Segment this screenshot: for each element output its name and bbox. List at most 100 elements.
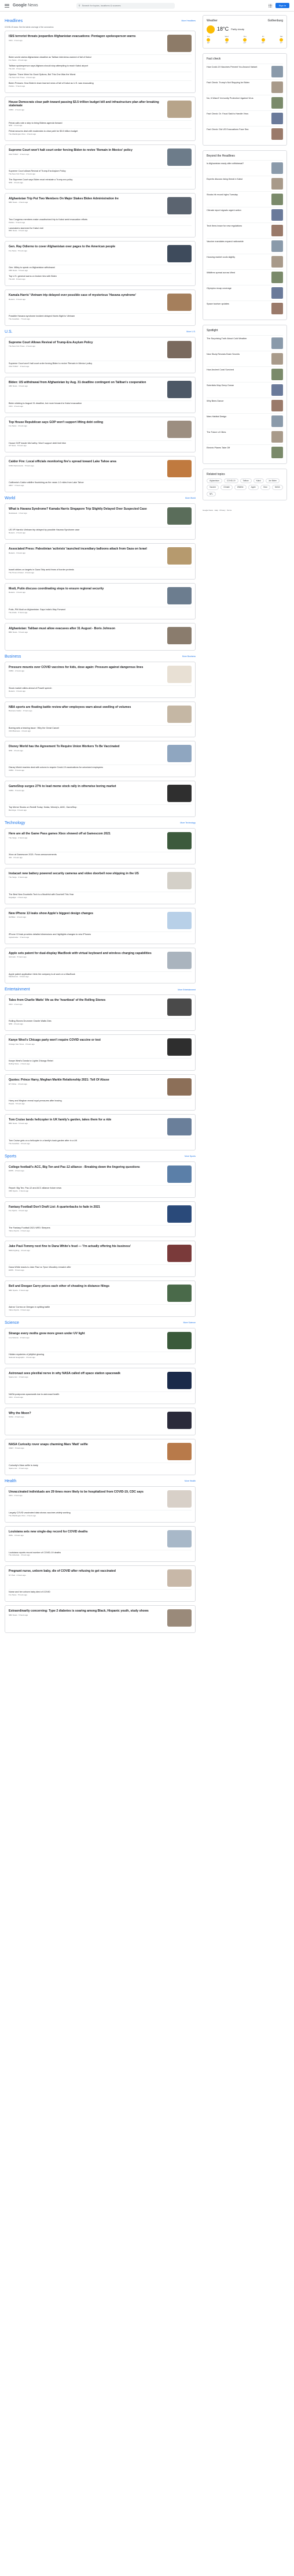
story-headline[interactable]: Louisiana sets new single-day record for… <box>9 1530 164 1534</box>
related-story[interactable]: The Best New Doorbells Tech is a Mouthfu… <box>9 891 192 900</box>
section-more-link[interactable]: More Headlines <box>181 20 196 23</box>
story-thumbnail[interactable] <box>167 1569 192 1587</box>
side-story[interactable]: The Surprising Truth About Cold Weather <box>207 335 283 351</box>
logo[interactable]: Google News <box>13 3 38 8</box>
related-story[interactable]: Astros' Correa on Deegan in spitting bat… <box>9 1304 192 1313</box>
side-story[interactable]: No, It Wasn't 'Immunity Protection' Agai… <box>207 94 283 110</box>
related-story[interactable]: House GOP leader McCarthy: Won't support… <box>9 440 192 449</box>
story-thumbnail[interactable] <box>167 35 192 53</box>
story-thumbnail[interactable] <box>167 1530 192 1547</box>
section-more-link[interactable]: More World <box>185 497 196 500</box>
related-story[interactable]: Taliban spokesperson says Afghans should… <box>9 63 192 72</box>
story-thumbnail[interactable] <box>167 587 192 604</box>
related-story[interactable]: Biden Presses: How Biden's team learned … <box>9 80 192 89</box>
story-headline[interactable]: Top House Republican says GOP won't supp… <box>9 421 164 425</box>
related-story[interactable]: Dana White reacts to Jake Paul vs Tyron … <box>9 1264 192 1273</box>
story-thumbnail[interactable] <box>167 1165 192 1183</box>
story-thumbnail[interactable] <box>167 100 192 118</box>
related-story[interactable]: Kanye West's Donda to Lights Chicago Reb… <box>9 1058 192 1067</box>
related-story[interactable]: Disney World reaches deal with unions to… <box>9 764 192 773</box>
related-story[interactable]: Stock market rallies ahead of Powell spe… <box>9 685 192 694</box>
story-headline[interactable]: Quotes: Prince Harry, Meghan Markle Rela… <box>9 1078 164 1082</box>
search-input[interactable]: ⚲ Search for topics, locations & sources <box>76 2 175 9</box>
section-title[interactable]: Science <box>5 1320 19 1326</box>
story-headline[interactable]: Bell and Deegan Carry prices each other … <box>9 1285 164 1289</box>
story-thumbnail[interactable] <box>167 149 192 166</box>
sign-in-button[interactable]: Sign in <box>275 2 289 9</box>
story-headline[interactable]: Fantasy Football Don't Draft List: A qua… <box>9 1205 164 1209</box>
story-thumbnail[interactable] <box>167 340 192 358</box>
related-story[interactable]: NASA postpones spacewalk due to astronau… <box>9 1391 192 1400</box>
fact-title-text[interactable]: Fact check <box>207 57 220 61</box>
side-story[interactable]: Why Bees Dance <box>207 397 283 413</box>
section-more-link[interactable]: More U.S. <box>186 331 196 333</box>
side-story[interactable]: Fact Check: Did US Evacuations Face Sea <box>207 125 283 142</box>
related-story[interactable]: US VP Harris's Vietnam trip delayed by p… <box>9 527 192 536</box>
story-headline[interactable]: Extraordinarily concerning: Type 2 diabe… <box>9 1609 164 1613</box>
story-thumbnail[interactable] <box>167 547 192 565</box>
weather-title-text[interactable]: Weather <box>207 19 218 23</box>
side-story[interactable]: Electric Planes Take Off <box>207 444 283 460</box>
section-more-link[interactable]: More Technology <box>180 822 196 825</box>
section-title[interactable]: Sports <box>5 1154 16 1159</box>
story-thumbnail[interactable] <box>167 705 192 723</box>
story-headline[interactable]: Supreme Court won't halt court order for… <box>9 149 164 153</box>
related-story[interactable]: The Fantasy Football 2021 WR3: Sleepers Y… <box>9 1224 192 1234</box>
story-headline[interactable]: Tales from Charlie Watts' life as the 'h… <box>9 999 164 1003</box>
side-story[interactable]: Is Afghanistan ready after withdrawal? <box>207 160 283 176</box>
story-thumbnail[interactable] <box>167 1411 192 1429</box>
story-headline[interactable]: Astronaut sees plexilial nerve in why NA… <box>9 1372 164 1376</box>
story-thumbnail[interactable] <box>167 294 192 311</box>
section-more-link[interactable]: More Health <box>185 1480 196 1483</box>
related-story[interactable]: Two Congress members make unauthorized t… <box>9 216 192 225</box>
related-story[interactable]: Gen. Milley to speak on Afghanistan with… <box>9 265 192 273</box>
story-headline[interactable]: Associated Press: Palestinian 'activists… <box>9 547 164 551</box>
covid-note[interactable]: COVID-19 news: See the latest coverage o… <box>5 26 196 28</box>
story-headline[interactable]: Apple sets patent for dual-display MacBo… <box>9 952 164 956</box>
side-story[interactable]: The Future of Cities <box>207 428 283 444</box>
side-story[interactable]: Scientists Map Deep Ocean <box>207 381 283 398</box>
story-thumbnail[interactable] <box>167 1490 192 1508</box>
topic-chip[interactable]: Climate <box>220 485 233 490</box>
side-story[interactable]: Stocks hit record highs Tuesday <box>207 191 283 207</box>
foryou-title-text[interactable]: Beyond the Headlines <box>207 154 235 158</box>
section-title[interactable]: Health <box>5 1479 16 1484</box>
related-story[interactable]: Hidden mysteries of jellyfish glowing Nat… <box>9 1352 192 1360</box>
story-thumbnail[interactable] <box>167 245 192 263</box>
story-thumbnail[interactable] <box>167 745 192 763</box>
story-thumbnail[interactable] <box>167 665 192 683</box>
related-story[interactable]: Biden sticking to August 31 deadline, bu… <box>9 400 192 409</box>
story-thumbnail[interactable] <box>167 832 192 850</box>
section-more-link[interactable]: More Science <box>183 1322 196 1324</box>
story-headline[interactable]: Why the Moon? <box>9 1412 164 1416</box>
story-headline[interactable]: Modi, Putin discuss coordinating steps t… <box>9 587 164 591</box>
story-headline[interactable]: New iPhone 13 leaks show Apple's biggest… <box>9 912 164 916</box>
story-thumbnail[interactable] <box>167 1332 192 1350</box>
related-story[interactable]: Report: Big Ten, Pac-12 and ACC alliance… <box>9 1185 192 1194</box>
section-more-link[interactable]: More Entertainment <box>178 989 196 992</box>
story-headline[interactable]: Afghanistan Trip Put Two Members On Majo… <box>9 197 164 201</box>
story-thumbnail[interactable] <box>167 1609 192 1627</box>
story-headline[interactable]: Kamala Harris' Vietnam trip delayed over… <box>9 294 164 298</box>
side-story[interactable]: Tech firms brace for new regulations <box>207 222 283 238</box>
related-story[interactable]: Opinion: There Were No Good Options, But… <box>9 71 192 80</box>
story-headline[interactable]: Strange every moths grew more green unde… <box>9 1332 164 1336</box>
story-thumbnail[interactable] <box>167 951 192 969</box>
story-thumbnail[interactable] <box>167 785 192 803</box>
side-story[interactable]: How Ancient Coral Survived <box>207 366 283 382</box>
topic-chip[interactable]: COVID-19 <box>223 478 238 484</box>
story-headline[interactable]: Caldor Fire: Local officials monitoring … <box>9 460 164 464</box>
apps-icon[interactable] <box>268 3 273 8</box>
side-story[interactable]: Vaccine mandates expand nationwide <box>207 238 283 254</box>
story-headline[interactable]: Here are all the Game Pass games Xbox sh… <box>9 832 164 836</box>
story-thumbnail[interactable] <box>167 380 192 398</box>
story-headline[interactable]: Supreme Court Allows Revival of Trump-Er… <box>9 341 164 345</box>
related-story[interactable]: The Supreme Court says Biden must reinst… <box>9 176 192 185</box>
story-thumbnail[interactable] <box>167 1371 192 1389</box>
related-story[interactable]: Pelosi calls vote a step to bring Bidens… <box>9 120 192 129</box>
related-story[interactable]: Apple patent application hints the compa… <box>9 971 192 980</box>
side-story[interactable]: Olympics recap coverage <box>207 285 283 300</box>
section-more-link[interactable]: More Business <box>182 655 196 658</box>
related-story[interactable]: Boeing sets a hearing issue: ‘Why the Gr… <box>9 725 192 734</box>
section-more-link[interactable]: More Sports <box>185 1155 196 1158</box>
